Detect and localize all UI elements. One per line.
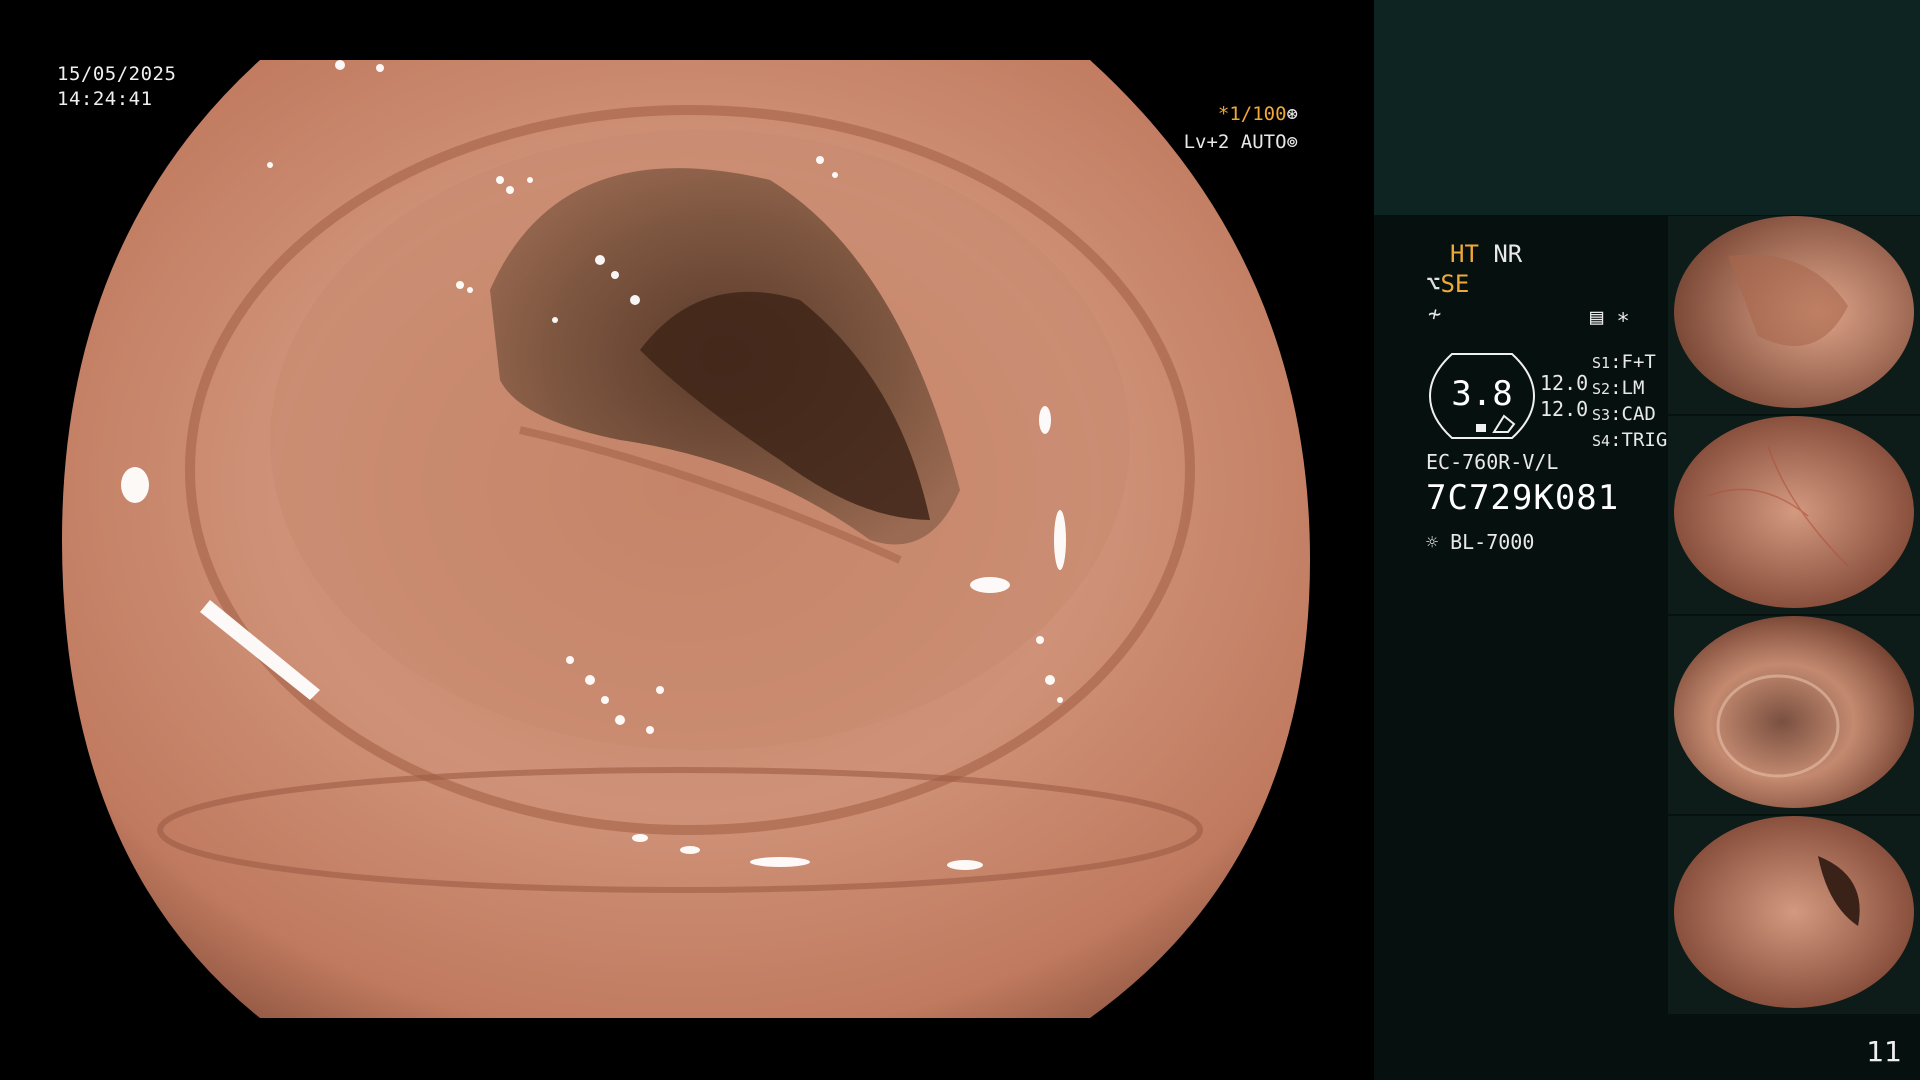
light-icon: ☼ — [1426, 530, 1439, 554]
time-text: 14:24:41 — [57, 88, 153, 110]
value-readouts: 12.0 12.0 — [1540, 370, 1588, 422]
thumbnail[interactable] — [1668, 616, 1920, 814]
switch-item: S4:TRIG — [1592, 429, 1668, 451]
shutter-text: *1/100 — [1217, 103, 1287, 125]
switch-value: LM — [1621, 377, 1645, 399]
switch-value: CAD — [1621, 403, 1656, 425]
gauge-value: 3.8 — [1451, 374, 1513, 414]
endoscope-main-view: 15/05/2025 14:24:41 *1/100⊛ Lv+2 AUTO⊚ — [0, 0, 1372, 1080]
value-readout: 12.0 — [1540, 371, 1589, 395]
ht-nr-row: HT NR — [1450, 240, 1522, 268]
asterisk-icon: ∗ — [1616, 305, 1630, 330]
switch-item: S1:F+T — [1592, 351, 1656, 373]
ht-label: HT — [1450, 240, 1479, 268]
endoscopic-image — [62, 60, 1310, 1018]
switch-key: S4 — [1592, 432, 1611, 450]
iris-icon: ⊚ — [1286, 131, 1298, 153]
serial-number: 7C729K081 — [1426, 478, 1620, 518]
memo-icon: ▤ — [1590, 305, 1604, 330]
switch-key: S3 — [1592, 406, 1611, 424]
flash-icon: ≁ — [1428, 302, 1442, 327]
exposure-readout: *1/100⊛ Lv+2 AUTO⊚ — [1184, 100, 1298, 156]
aperture-icon: ⊛ — [1286, 103, 1298, 125]
switch-value: F+T — [1621, 351, 1656, 373]
level-text: Lv+2 AUTO — [1183, 131, 1287, 153]
date-text: 15/05/2025 — [57, 63, 177, 85]
gauge: 3.8 — [1428, 352, 1536, 440]
side-panel-header — [1374, 0, 1920, 215]
switch-item: S3:CAD — [1592, 403, 1656, 425]
date-time: 15/05/2025 14:24:41 — [57, 62, 176, 112]
scope-model: EC-760R-V/L — [1426, 450, 1559, 474]
switch-key: S2 — [1592, 380, 1611, 398]
thumbnail[interactable] — [1668, 216, 1920, 414]
page-number: 11 — [1866, 1035, 1902, 1068]
value-readout: 12.0 — [1540, 397, 1589, 421]
light-source-text: BL-7000 — [1450, 530, 1535, 554]
switch-list: S1:F+T S2:LM S3:CAD S4:TRIG — [1592, 350, 1667, 454]
se-row: ⌥SE — [1426, 270, 1469, 298]
nr-label: NR — [1493, 240, 1523, 268]
se-label: SE — [1440, 270, 1470, 298]
settings-icons: ▤ ∗ — [1590, 305, 1630, 330]
switch-item: S2:LM — [1592, 377, 1645, 399]
thumbnail[interactable] — [1668, 416, 1920, 614]
thumbnail[interactable] — [1668, 816, 1920, 1014]
side-panel: HT NR ⌥SE ≁ ▤ ∗ 3.8 12.0 12.0 S1:F+T S2:… — [1374, 0, 1920, 1080]
switch-value: TRIG — [1621, 429, 1668, 451]
thumbnail-strip — [1668, 216, 1920, 1016]
switch-key: S1 — [1592, 354, 1611, 372]
light-source: ☼ BL-7000 — [1426, 530, 1534, 554]
structure-enhance-icon: ⌥ — [1426, 270, 1441, 298]
